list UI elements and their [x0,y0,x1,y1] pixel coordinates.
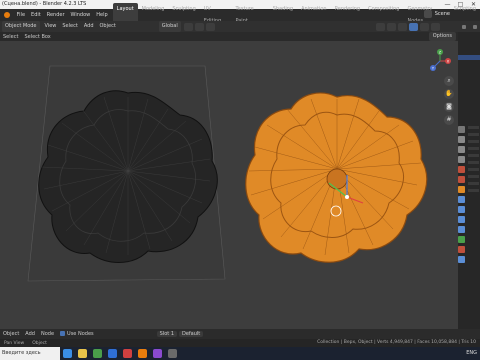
status-bar: Pan View Object Collection | Верх, Objec… [0,339,480,347]
viewport-header: Object Mode View Select Add Object Globa… [0,21,458,32]
use-nodes-label: Use Nodes [67,331,94,337]
filter-icon[interactable] [461,24,466,29]
os-taskbar: Введите здесь запрос ENG [0,347,480,360]
xray-icon[interactable] [386,22,396,31]
select-box-dropdown[interactable]: Select Box [21,34,53,40]
scene-statistics: Collection | Верх, Object | Verts 4,949,… [317,340,476,345]
shading-rendered-icon[interactable] [430,22,440,31]
window-title: (Сцена.blend) - Blender 4.2.3 LTS [2,1,87,7]
menu-editor-node[interactable]: Node [38,331,57,337]
modifier-tab-icon[interactable] [458,196,465,203]
file-explorer-icon[interactable] [78,349,87,358]
scene-tab-icon[interactable] [458,166,465,173]
overlays-icon[interactable] [375,22,385,31]
menu-object[interactable]: Object [97,21,119,32]
blender-logo-icon[interactable] [0,9,14,21]
slot-dropdown[interactable]: Slot 1 [156,331,177,337]
menu-view[interactable]: View [42,21,60,32]
camera-icon[interactable]: ◙ [444,102,454,112]
menu-edit[interactable]: Edit [28,9,44,21]
world-tab-icon[interactable] [458,176,465,183]
material-dropdown[interactable]: Default [179,331,204,337]
app-icon[interactable] [153,349,162,358]
settings-icon[interactable] [168,349,177,358]
render-tab-icon[interactable] [458,136,465,143]
properties-panel [458,21,480,329]
scene-selector[interactable]: Scene [423,10,450,18]
snap-icon[interactable] [194,22,204,31]
transform-orientation-dropdown[interactable]: Global [158,21,181,32]
menu-select[interactable]: Select [59,21,80,32]
menu-file[interactable]: File [14,9,28,21]
status-pan-view: Pan View [4,340,25,346]
use-nodes-checkbox[interactable]: Use Nodes [57,331,97,337]
menu-editor-object[interactable]: Object [0,331,22,337]
scene-label: Scene [434,11,450,17]
menu-window[interactable]: Window [68,9,94,21]
particles-tab-icon[interactable] [458,206,465,213]
material-tab-icon[interactable] [458,246,465,253]
blender-taskbar-icon[interactable] [138,349,147,358]
output-tab-icon[interactable] [458,146,465,153]
pan-hand-icon[interactable]: ✋ [444,89,454,99]
view-layer-tab-icon[interactable] [458,156,465,163]
taskbar-search-input[interactable]: Введите здесь запрос [0,347,60,360]
shading-wireframe-icon[interactable] [397,22,407,31]
shading-solid-icon[interactable] [408,22,418,31]
status-object: Object [32,340,47,346]
shading-material-icon[interactable] [419,22,429,31]
options-dropdown[interactable]: Options [428,32,456,41]
task-view-icon[interactable] [63,349,72,358]
properties-tabs [458,126,466,263]
navigation-gizmo[interactable]: X Z Y [428,49,452,73]
outliner-header [458,21,480,32]
tool-settings-bar: Select Select Box Options [0,32,458,41]
scene-icon [423,10,432,18]
3d-viewport[interactable]: X Z Y ⌕ ✋ ◙ # [0,41,458,329]
physics-tab-icon[interactable] [458,216,465,223]
object-tab-icon[interactable] [458,186,465,193]
menu-editor-add[interactable]: Add [22,331,38,337]
data-tab-icon[interactable] [458,236,465,243]
zoom-icon[interactable]: ⌕ [444,76,454,86]
viewport-canvas [27,65,428,282]
properties-content [468,126,479,196]
checkbox-checked-icon [60,331,66,336]
view-layer-icon[interactable] [472,24,477,29]
proportional-edit-icon[interactable] [205,22,215,31]
grid-icon[interactable]: # [444,115,454,125]
selected-flower-mesh [245,92,428,263]
menu-help[interactable]: Help [93,9,110,21]
top-menubar: File Edit Render Window Help Layout Mode… [0,3,480,27]
acrobat-icon[interactable] [123,349,132,358]
tool-tab-icon[interactable] [458,126,465,133]
menu-add[interactable]: Add [81,21,97,32]
mode-dropdown[interactable]: Object Mode [2,21,40,32]
system-tray: ENG [466,350,477,356]
chrome-icon[interactable] [93,349,102,358]
pivot-icon[interactable] [183,22,193,31]
select-tool-label: Select [3,33,19,40]
menu-render[interactable]: Render [44,9,68,21]
constraints-tab-icon[interactable] [458,226,465,233]
edge-icon[interactable] [108,349,117,358]
shader-editor-header: Object Add Node Use Nodes Slot 1 Default [0,329,480,339]
outliner-selected-row[interactable] [458,55,480,60]
texture-tab-icon[interactable] [458,256,465,263]
